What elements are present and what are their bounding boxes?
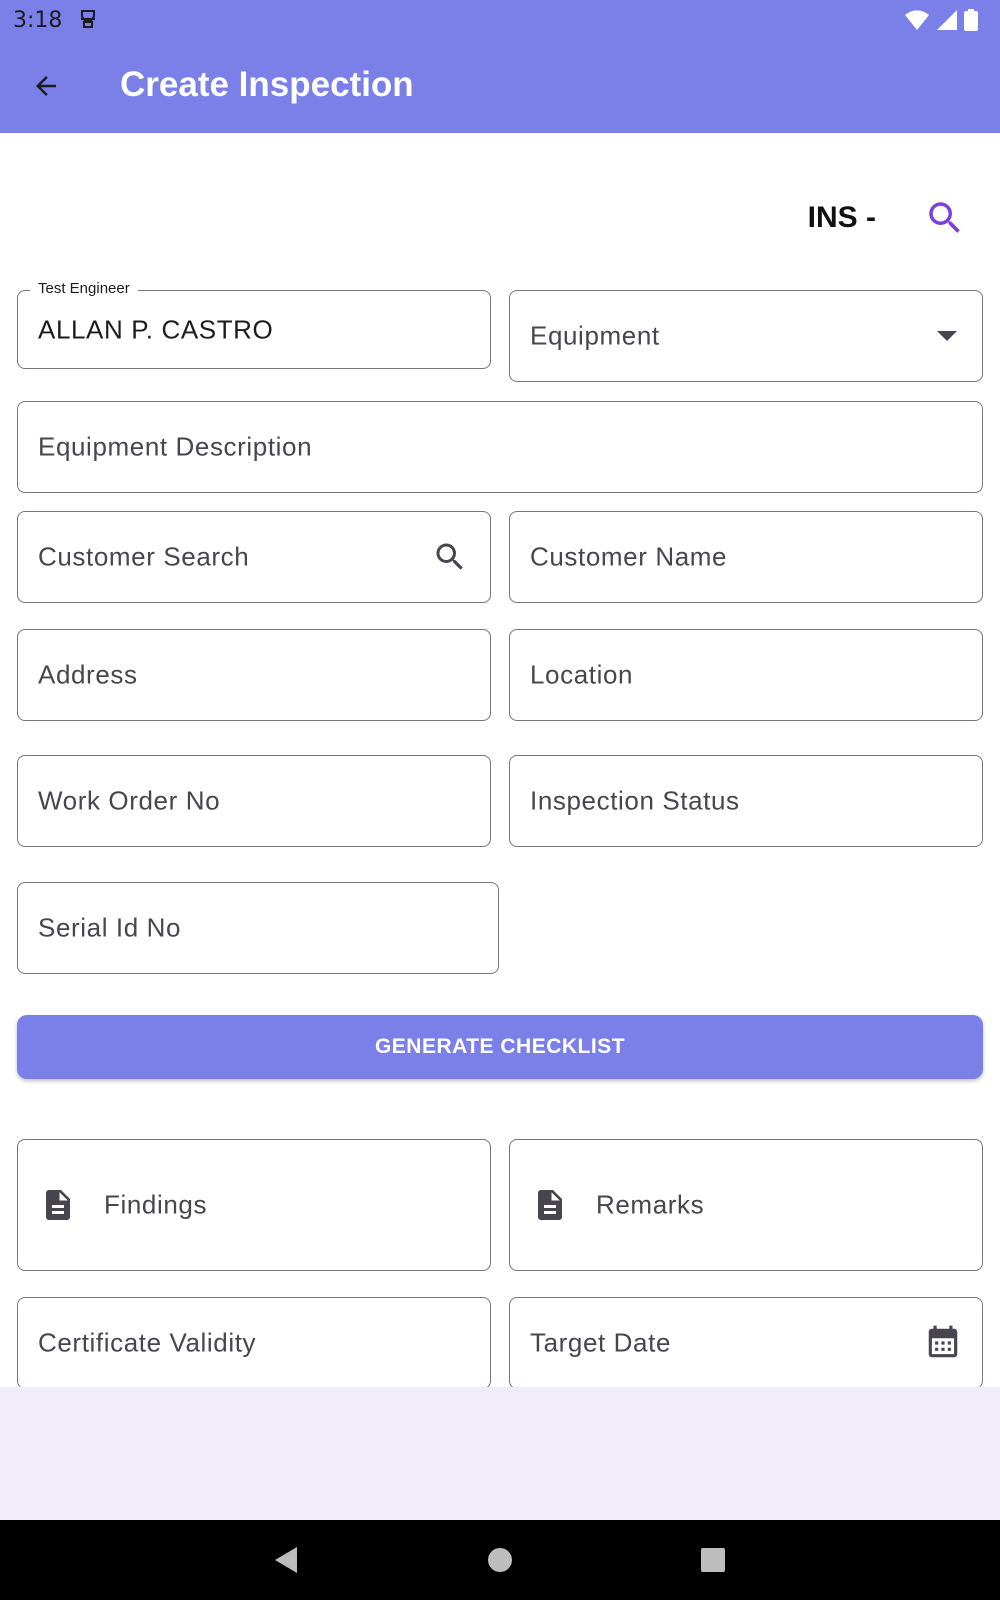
page-title: Create Inspection (120, 65, 414, 104)
status-time: 3:18 (13, 8, 63, 33)
equipment-dropdown[interactable]: Equipment (509, 290, 983, 382)
location-placeholder: Location (530, 659, 634, 690)
address-placeholder: Address (38, 659, 138, 690)
certificate-validity-placeholder: Certificate Validity (38, 1327, 257, 1358)
location-field[interactable]: Location (509, 629, 983, 721)
bottom-surface (0, 1387, 1000, 1520)
status-icons (904, 9, 978, 36)
test-engineer-field[interactable]: Test Engineer ALLAN P. CASTRO (17, 280, 491, 369)
work-order-no-placeholder: Work Order No (38, 785, 221, 816)
target-date-placeholder: Target Date (530, 1327, 672, 1358)
customer-name-field[interactable]: Customer Name (509, 511, 983, 603)
calendar-icon[interactable] (924, 1324, 962, 1362)
equipment-description-field[interactable]: Equipment Description (17, 401, 983, 493)
certificate-validity-field[interactable]: Certificate Validity (17, 1297, 491, 1387)
customer-search-placeholder: Customer Search (38, 541, 250, 572)
findings-field[interactable]: Findings (17, 1139, 491, 1271)
notification-icon (78, 8, 98, 36)
status-bar: 3:18 (0, 0, 1000, 40)
app-bar: Create Inspection (0, 40, 1000, 133)
document-icon (532, 1187, 568, 1223)
equipment-description-placeholder: Equipment Description (38, 431, 313, 462)
signal-icon (936, 9, 958, 36)
serial-id-no-field[interactable]: Serial Id No (17, 882, 499, 974)
remarks-placeholder: Remarks (596, 1189, 705, 1220)
nav-home-icon[interactable] (480, 1540, 520, 1580)
wifi-icon (904, 9, 930, 36)
work-order-no-field[interactable]: Work Order No (17, 755, 491, 847)
search-icon[interactable] (922, 195, 968, 241)
generate-checklist-button[interactable]: GENERATE CHECKLIST (17, 1015, 983, 1079)
test-engineer-label: Test Engineer (30, 280, 138, 297)
nav-back-icon[interactable] (266, 1540, 306, 1580)
inspection-status-field[interactable]: Inspection Status (509, 755, 983, 847)
inspection-number: INS - (807, 201, 876, 234)
customer-search-field[interactable]: Customer Search (17, 511, 491, 603)
back-arrow-icon[interactable] (24, 64, 68, 108)
search-icon[interactable] (432, 539, 468, 575)
address-field[interactable]: Address (17, 629, 491, 721)
battery-icon (964, 9, 978, 36)
form-container: INS - Test Engineer ALLAN P. CASTRO Equi… (0, 133, 1000, 1387)
system-nav-bar (0, 1520, 1000, 1600)
document-icon (40, 1187, 76, 1223)
dropdown-arrow-icon (936, 330, 958, 342)
target-date-field[interactable]: Target Date (509, 1297, 983, 1387)
customer-name-placeholder: Customer Name (530, 541, 728, 572)
serial-id-no-placeholder: Serial Id No (38, 912, 182, 943)
inspection-status-placeholder: Inspection Status (530, 785, 740, 816)
nav-recents-icon[interactable] (693, 1540, 733, 1580)
findings-placeholder: Findings (104, 1189, 208, 1220)
equipment-placeholder: Equipment (530, 320, 660, 351)
test-engineer-value: ALLAN P. CASTRO (38, 314, 274, 344)
remarks-field[interactable]: Remarks (509, 1139, 983, 1271)
